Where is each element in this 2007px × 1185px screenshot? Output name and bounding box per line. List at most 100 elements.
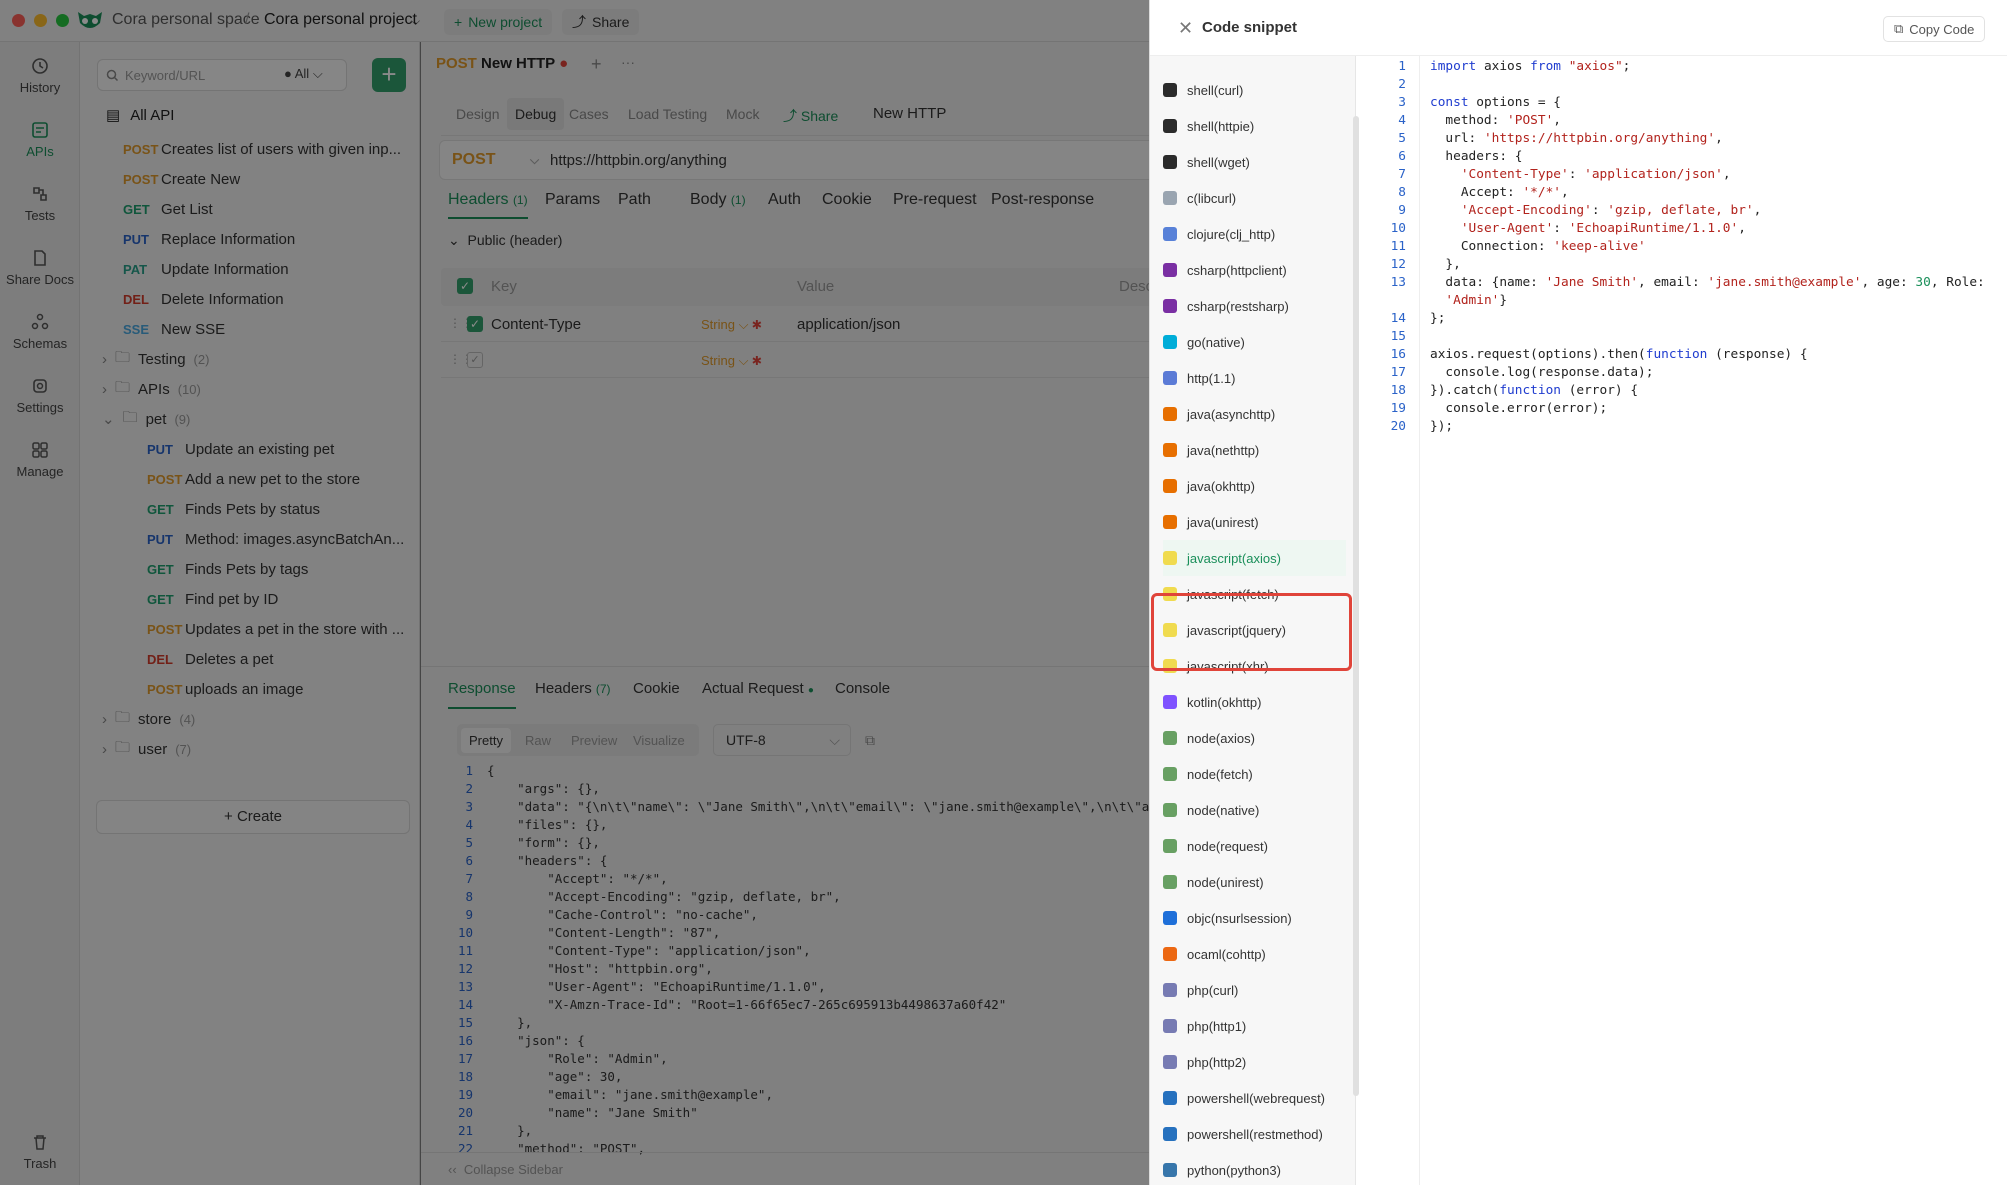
language-label: node(request)	[1187, 838, 1268, 854]
language-item[interactable]: javascript(axios)	[1163, 540, 1346, 576]
language-label: clojure(clj_http)	[1187, 226, 1276, 242]
code-line: 7 'Content-Type': 'application/json',	[1360, 166, 1731, 184]
language-icon	[1163, 731, 1177, 745]
language-item[interactable]: node(request)	[1163, 828, 1346, 864]
language-item[interactable]: csharp(restsharp)	[1163, 288, 1346, 324]
code-text: }).catch(function (error) {	[1430, 383, 1639, 398]
language-icon	[1163, 299, 1177, 313]
language-icon	[1163, 1055, 1177, 1069]
language-icon	[1163, 1091, 1177, 1105]
modal-backdrop[interactable]	[0, 0, 1149, 1185]
language-icon	[1163, 911, 1177, 925]
language-item[interactable]: java(okhttp)	[1163, 468, 1346, 504]
language-item[interactable]: clojure(clj_http)	[1163, 216, 1346, 252]
code-text: Connection: 'keep-alive'	[1430, 239, 1646, 254]
code-text: 'Content-Type': 'application/json',	[1460, 167, 1731, 182]
language-icon	[1163, 119, 1177, 133]
language-item[interactable]: node(axios)	[1163, 720, 1346, 756]
code-line: 'Admin'}	[1360, 292, 1507, 310]
language-scrollbar[interactable]	[1353, 116, 1359, 1096]
line-number: 9	[1398, 203, 1406, 218]
language-item[interactable]: node(native)	[1163, 792, 1346, 828]
language-label: java(nethttp)	[1187, 442, 1260, 458]
language-label: node(unirest)	[1187, 874, 1264, 890]
line-number: 16	[1390, 347, 1406, 362]
language-icon	[1163, 875, 1177, 889]
language-item[interactable]: node(fetch)	[1163, 756, 1346, 792]
code-line: 2	[1360, 76, 1430, 94]
language-item[interactable]: kotlin(okhttp)	[1163, 684, 1346, 720]
language-item[interactable]: python(python3)	[1163, 1152, 1346, 1185]
panel-header: ✕ Code snippet ⧉ Copy Code	[1150, 0, 2007, 56]
language-item[interactable]: java(unirest)	[1163, 504, 1346, 540]
language-label: ocaml(cohttp)	[1187, 946, 1266, 962]
code-text: data: {name: 'Jane Smith', email: 'jane.…	[1430, 275, 1985, 290]
language-icon	[1163, 983, 1177, 997]
language-label: http(1.1)	[1187, 370, 1236, 386]
language-item[interactable]: go(native)	[1163, 324, 1346, 360]
language-label: java(okhttp)	[1187, 478, 1255, 494]
code-line: 3 const options = {	[1360, 94, 1561, 112]
app-window: Cora personal space / Cora personal proj…	[0, 0, 2007, 1185]
code-text: 'Accept-Encoding': 'gzip, deflate, br',	[1460, 203, 1762, 218]
code-text: headers: {	[1430, 149, 1523, 164]
code-line: 19 console.error(error);	[1360, 400, 1608, 418]
close-icon[interactable]: ✕	[1178, 18, 1193, 39]
language-item[interactable]: powershell(restmethod)	[1163, 1116, 1346, 1152]
highlight-box	[1151, 593, 1352, 671]
language-item[interactable]: java(nethttp)	[1163, 432, 1346, 468]
code-line: 11 Connection: 'keep-alive'	[1360, 238, 1646, 256]
code-text: 'Admin'}	[1445, 293, 1508, 308]
language-label: csharp(restsharp)	[1187, 298, 1289, 314]
language-label: php(http2)	[1187, 1054, 1247, 1070]
language-list: shell(curl) shell(httpie) shell(wget) c(lib…	[1150, 56, 1359, 1185]
language-item[interactable]: c(libcurl)	[1163, 180, 1346, 216]
language-item[interactable]: http(1.1)	[1163, 360, 1346, 396]
language-label: shell(httpie)	[1187, 118, 1255, 134]
language-item[interactable]: shell(curl)	[1163, 72, 1346, 108]
language-item[interactable]: php(http1)	[1163, 1008, 1346, 1044]
language-icon	[1163, 1127, 1177, 1141]
language-label: php(http1)	[1187, 1018, 1247, 1034]
language-label: node(fetch)	[1187, 766, 1253, 782]
language-item[interactable]: node(unirest)	[1163, 864, 1346, 900]
language-label: php(curl)	[1187, 982, 1239, 998]
code-text: });	[1430, 419, 1454, 434]
code-line: 20});	[1360, 418, 1454, 436]
language-icon	[1163, 407, 1177, 421]
language-icon	[1163, 335, 1177, 349]
language-label: shell(wget)	[1187, 154, 1250, 170]
language-icon	[1163, 839, 1177, 853]
line-number: 19	[1390, 401, 1406, 416]
language-icon	[1163, 263, 1177, 277]
code-line: 14};	[1360, 310, 1446, 328]
code-text: },	[1430, 257, 1461, 272]
line-number: 13	[1390, 275, 1406, 290]
code-text: 'User-Agent': 'EchoapiRuntime/1.1.0',	[1460, 221, 1746, 236]
line-number: 1	[1398, 59, 1406, 74]
language-item[interactable]: objc(nsurlsession)	[1163, 900, 1346, 936]
language-item[interactable]: php(http2)	[1163, 1044, 1346, 1080]
language-icon	[1163, 371, 1177, 385]
language-item[interactable]: powershell(webrequest)	[1163, 1080, 1346, 1116]
language-item[interactable]: shell(wget)	[1163, 144, 1346, 180]
language-label: objc(nsurlsession)	[1187, 910, 1292, 926]
language-item[interactable]: java(asynchttp)	[1163, 396, 1346, 432]
code-text: method: 'POST',	[1430, 113, 1561, 128]
code-text: const options = {	[1430, 95, 1561, 110]
language-label: java(asynchttp)	[1187, 406, 1276, 422]
code-line: 13 data: {name: 'Jane Smith', email: 'ja…	[1360, 274, 1985, 292]
code-line: 10 'User-Agent': 'EchoapiRuntime/1.1.0',	[1360, 220, 1746, 238]
language-icon	[1163, 155, 1177, 169]
copy-code-button[interactable]: ⧉ Copy Code	[1883, 16, 1986, 42]
language-label: shell(curl)	[1187, 82, 1244, 98]
language-item[interactable]: shell(httpie)	[1163, 108, 1346, 144]
language-label: powershell(webrequest)	[1187, 1090, 1326, 1106]
line-number: 17	[1390, 365, 1406, 380]
language-item[interactable]: php(curl)	[1163, 972, 1346, 1008]
code-text: axios.request(options).then(function (re…	[1430, 347, 1808, 362]
language-item[interactable]: ocaml(cohttp)	[1163, 936, 1346, 972]
language-label: go(native)	[1187, 334, 1245, 350]
language-item[interactable]: csharp(httpclient)	[1163, 252, 1346, 288]
code-line: 16 axios.request(options).then(function (…	[1360, 346, 1808, 364]
